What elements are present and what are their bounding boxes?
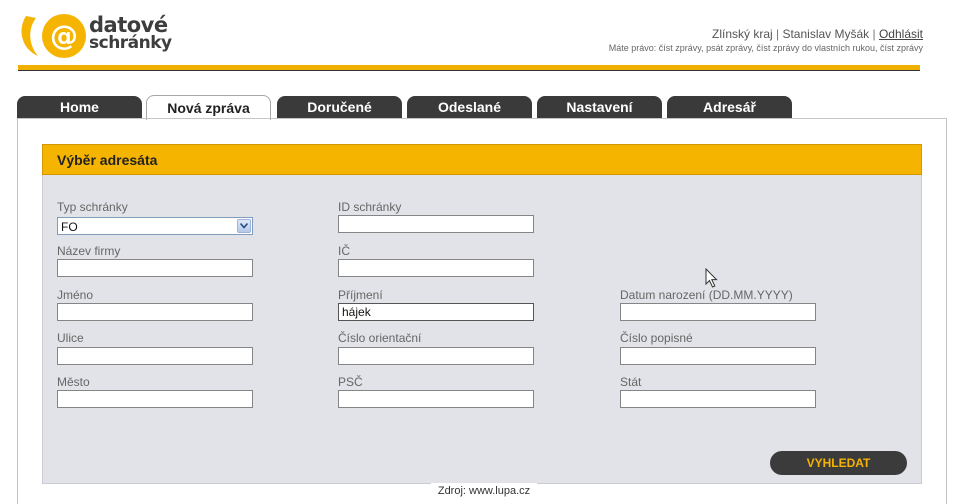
main-tabs: Home Nová zpráva Doručené Odeslané Nasta… <box>17 95 797 120</box>
tab-nastaveni[interactable]: Nastavení <box>537 96 662 119</box>
logo: @ datové schránky <box>18 12 178 62</box>
datum-narozeni-label: Datum narození (DD.MM.YYYY) <box>620 288 793 302</box>
cislo-popisne-input[interactable] <box>620 347 816 365</box>
psc-label: PSČ <box>338 375 363 389</box>
cislo-orientacni-label: Číslo orientační <box>338 331 422 345</box>
prijmeni-input[interactable] <box>338 303 534 321</box>
nazev-firmy-label: Název firmy <box>57 244 121 258</box>
nazev-firmy-input[interactable] <box>57 259 253 277</box>
id-schranky-label: ID schránky <box>338 200 402 214</box>
user-rights: Máte právo: číst zprávy, psát zprávy, čí… <box>608 43 923 53</box>
datum-narozeni-input[interactable] <box>620 303 816 321</box>
source-caption: Zdroj: www.lupa.cz <box>431 483 537 499</box>
mesto-input[interactable] <box>57 390 253 408</box>
jmeno-label: Jméno <box>57 288 94 302</box>
stat-label: Stát <box>620 375 642 389</box>
psc-input[interactable] <box>338 390 534 408</box>
header-divider <box>18 70 920 71</box>
tab-home[interactable]: Home <box>17 96 142 119</box>
ulice-input[interactable] <box>57 347 253 365</box>
tab-dorucene[interactable]: Doručené <box>277 96 402 119</box>
chevron-down-icon <box>240 223 248 229</box>
typ-schranky-select[interactable]: FO <box>57 217 253 235</box>
logo-text-schranky: schránky <box>89 33 172 53</box>
ulice-label: Ulice <box>57 331 84 345</box>
typ-schranky-label: Typ schránky <box>57 200 128 214</box>
jmeno-input[interactable] <box>57 303 253 321</box>
section-header: Výběr adresáta <box>42 144 922 175</box>
id-schranky-input[interactable] <box>338 215 534 233</box>
search-button[interactable]: VYHLEDAT <box>770 451 907 475</box>
datove-schranky-logo-icon: @ <box>21 14 86 58</box>
cislo-popisne-label: Číslo popisné <box>620 331 693 345</box>
logo-text-datove: datové <box>89 13 168 37</box>
user-region: Zlínský kraj <box>711 27 773 41</box>
ic-label: IČ <box>338 244 350 258</box>
mesto-label: Město <box>57 375 90 389</box>
tab-nova-zprava[interactable]: Nová zpráva <box>146 95 271 120</box>
mouse-cursor-icon <box>705 268 718 288</box>
tab-odeslane[interactable]: Odeslané <box>407 96 532 119</box>
svg-text:@: @ <box>50 19 78 52</box>
ic-input[interactable] <box>338 259 534 277</box>
user-info: Zlínský kraj | Stanislav Myšák | Odhlási… <box>608 27 923 53</box>
typ-schranky-value: FO <box>61 220 78 234</box>
section-title: Výběr adresáta <box>57 152 158 168</box>
logout-link[interactable]: Odhlásit <box>879 27 923 41</box>
dropdown-button[interactable] <box>237 219 251 233</box>
cislo-orientacni-input[interactable] <box>338 347 534 365</box>
tab-adresar[interactable]: Adresář <box>667 96 792 119</box>
prijmeni-label: Příjmení <box>338 288 383 302</box>
user-name: Stanislav Myšák <box>782 27 870 41</box>
stat-input[interactable] <box>620 390 816 408</box>
